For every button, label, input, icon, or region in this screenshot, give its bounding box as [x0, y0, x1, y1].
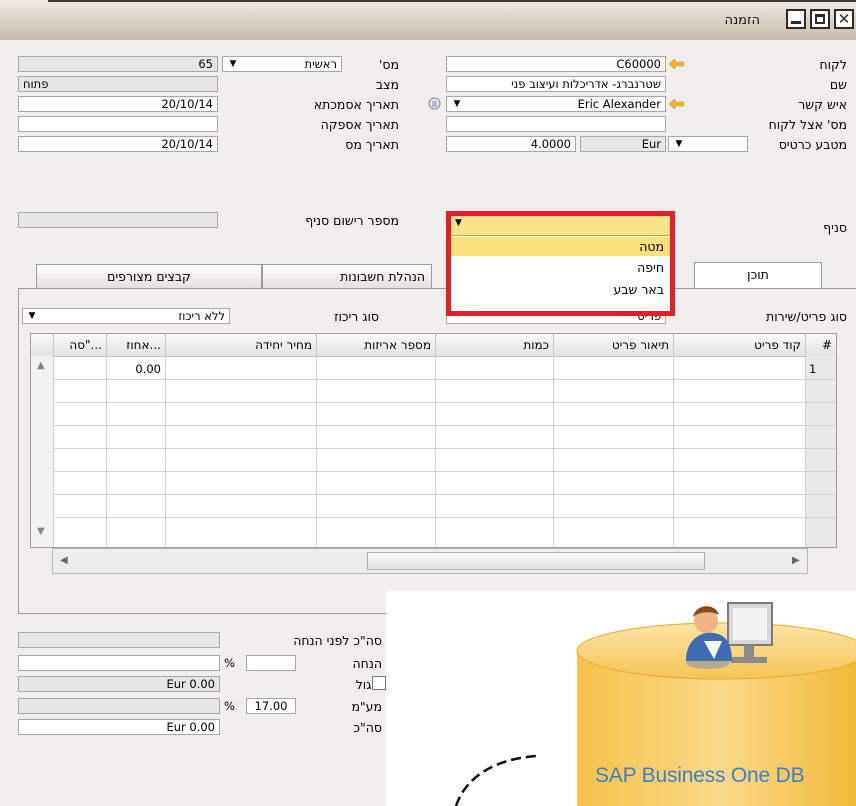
scroll-down-icon[interactable]: ▼ [37, 526, 45, 537]
status-field: פתוח [18, 76, 218, 92]
row-divider [31, 471, 836, 472]
row-divider [31, 494, 836, 495]
window-top-line [48, 0, 856, 2]
contact-person-label: איש קשר [798, 97, 847, 112]
customer-ref-label: מס' אצל לקוח [768, 117, 847, 132]
chevron-down-icon[interactable]: ▼ [25, 309, 39, 323]
row-discount-value[interactable]: 0.00 [106, 362, 161, 376]
percent-sign: % [224, 656, 235, 670]
col-header-num[interactable]: # [805, 334, 836, 356]
customer-field[interactable]: C60000 [446, 56, 666, 72]
maximize-button[interactable] [810, 9, 830, 29]
total-label: סה"כ [353, 720, 382, 735]
posting-date-label: תאריך אסמכתא [313, 97, 399, 112]
scroll-right-icon[interactable]: ▶ [792, 555, 800, 566]
document-lines-table[interactable]: # קוד פריט תיאור פריט כמות מספר אריזות מ… [30, 333, 837, 548]
dropdown-option[interactable]: חיפה [637, 260, 664, 275]
discount-percent-field[interactable] [246, 655, 296, 671]
tab-content[interactable]: תוכן [694, 262, 822, 288]
tax-label: מע"מ [351, 699, 382, 714]
chevron-down-icon[interactable]: ▼ [455, 218, 462, 228]
tax-percent-field[interactable]: 17.00 [246, 698, 296, 714]
delivery-date-field[interactable] [18, 116, 218, 132]
tab-accounting[interactable]: הנהלת חשבונות [262, 264, 432, 288]
chevron-down-icon[interactable]: ▼ [450, 97, 464, 111]
customer-ref-field[interactable] [446, 116, 666, 132]
col-header-total[interactable]: סה"... [53, 334, 106, 356]
col-header-discount[interactable]: אחוז... [106, 334, 165, 356]
customer-label: לקוח [819, 57, 847, 72]
posting-date-field[interactable]: 20/10/14 [18, 96, 218, 112]
discount-amount-field[interactable] [18, 655, 220, 671]
close-button[interactable]: ✕ [834, 9, 854, 29]
row-divider [31, 402, 836, 403]
row-divider [31, 379, 836, 380]
column-line [435, 356, 436, 547]
col-header-item-desc[interactable]: תיאור פריט [553, 334, 673, 356]
row-number: 1 [809, 362, 817, 376]
column-line [316, 356, 317, 547]
chevron-down-icon[interactable]: ▼ [672, 137, 686, 151]
item-type-label: סוג פריט/שירות [766, 309, 847, 324]
total-field: Eur 0.00 [18, 719, 220, 735]
discount-label: הנחה [352, 656, 382, 671]
row-divider [31, 425, 836, 426]
rounding-checkbox[interactable] [372, 676, 386, 690]
document-date-label: תאריך מס [345, 137, 399, 152]
name-field[interactable]: שטרנברג- אדריכלות ועיצוב פני [446, 76, 666, 92]
column-line [553, 356, 554, 547]
percent-sign: % [224, 699, 235, 713]
branch-reg-field [18, 212, 218, 228]
details-icon[interactable] [428, 97, 441, 110]
total-before-discount-label: סה"כ לפני הנחה [293, 633, 382, 648]
branch-dropdown[interactable]: ▼ מטה חיפה באר שבע [446, 211, 675, 316]
col-header-unit-price[interactable]: מחיר יחידה [165, 334, 316, 356]
branch-label: סניף [823, 220, 847, 235]
scroll-thumb[interactable] [367, 552, 705, 570]
series-select[interactable]: ראשית [222, 56, 342, 72]
summary-type-label: סוג ריכוז [334, 309, 379, 324]
col-header-quantity[interactable]: כמות [435, 334, 553, 356]
column-line [673, 356, 674, 547]
close-icon: ✕ [837, 10, 851, 28]
col-header-packages[interactable]: מספר אריזות [316, 334, 435, 356]
currency-label: מטבע כרטיס [778, 137, 847, 152]
column-line [165, 356, 166, 547]
maximize-icon [815, 14, 825, 24]
minimize-icon [791, 21, 801, 24]
scroll-left-icon[interactable]: ◀ [60, 555, 68, 566]
link-arrow-icon[interactable] [669, 59, 684, 69]
dropdown-option[interactable]: באר שבע [613, 282, 664, 297]
link-arrow-icon[interactable] [669, 99, 684, 109]
row-divider [31, 448, 836, 449]
status-label: מצב [375, 77, 399, 92]
name-label: שם [829, 77, 847, 92]
rounding-field: Eur 0.00 [18, 676, 220, 692]
tax-amount-field [18, 698, 220, 714]
row-divider [31, 517, 836, 518]
row-number-column [806, 356, 836, 547]
contact-person-field[interactable]: Eric Alexander [446, 96, 666, 112]
minimize-button[interactable] [786, 9, 806, 29]
branch-select[interactable]: ▼ [451, 216, 670, 236]
document-date-field[interactable]: 20/10/14 [18, 136, 218, 152]
window-title: הזמנה [724, 13, 760, 28]
number-label: מס' [378, 57, 399, 72]
tab-attachments[interactable]: קבצים מצורפים [36, 264, 262, 288]
scroll-up-icon[interactable]: ▲ [37, 360, 45, 371]
chevron-down-icon[interactable]: ▼ [226, 57, 240, 71]
col-header-item-code[interactable]: קוד פריט [673, 334, 805, 356]
delivery-date-label: תאריך אספקה [320, 117, 399, 132]
db-label: SAP Business One DB [595, 764, 805, 787]
document-number-field: 65 [18, 56, 218, 72]
dropdown-option[interactable]: מטה [451, 237, 670, 256]
exchange-rate-field[interactable]: 4.0000 [446, 136, 576, 152]
vertical-scrollbar[interactable]: ▲ ▼ [31, 356, 54, 547]
horizontal-scrollbar[interactable]: ◀ ▶ [52, 548, 808, 574]
currency-code-field: Eur [580, 136, 666, 152]
total-before-discount-field [18, 632, 220, 648]
branch-reg-label: מספר רישום סניף [305, 213, 399, 228]
column-line [106, 356, 107, 547]
summary-type-select[interactable]: ללא ריכוז [22, 308, 230, 324]
